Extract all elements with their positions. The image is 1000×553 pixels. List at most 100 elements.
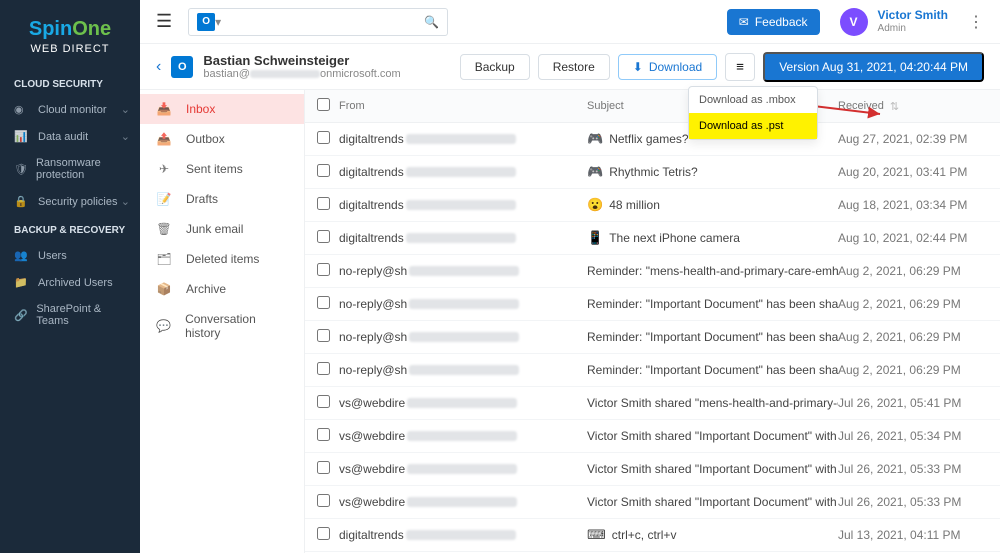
email-date: Jul 26, 2021, 05:41 PM — [838, 396, 988, 410]
folder-inbox[interactable]: 📥Inbox — [140, 94, 304, 124]
email-row[interactable]: digitaltrends ⌨ctrl+c, ctrl+v Jul 13, 20… — [305, 519, 1000, 552]
nav-icon: 🔗 — [14, 309, 28, 322]
search-icon[interactable]: 🔍 — [424, 15, 439, 29]
email-date: Jul 26, 2021, 05:33 PM — [838, 495, 988, 509]
chevron-down-icon: ⌄ — [121, 130, 130, 143]
hamburger-icon[interactable]: ☰ — [156, 11, 172, 32]
email-row[interactable]: digitaltrends 📱The next iPhone camera Au… — [305, 222, 1000, 255]
email-date: Aug 2, 2021, 06:29 PM — [838, 264, 988, 278]
row-checkbox[interactable] — [317, 428, 330, 441]
folder-icon: 📤 — [156, 132, 172, 146]
more-icon[interactable]: ⋮ — [968, 12, 984, 32]
sort-icon: ⇅ — [890, 100, 899, 113]
row-checkbox[interactable] — [317, 197, 330, 210]
email-row[interactable]: digitaltrends 🎮Rhythmic Tetris? Aug 20, … — [305, 156, 1000, 189]
row-checkbox[interactable] — [317, 263, 330, 276]
search-outlook[interactable]: O ▾ 🔍 — [188, 8, 448, 36]
email-row[interactable]: no-reply@sh Reminder: "mens-health-and-p… — [305, 255, 1000, 288]
select-all-checkbox[interactable] — [317, 98, 330, 111]
row-checkbox[interactable] — [317, 131, 330, 144]
email-from: vs@webdire — [339, 396, 587, 410]
email-subject: Victor Smith shared "Important Document"… — [587, 429, 838, 443]
email-row[interactable]: digitaltrends 😮48 million Aug 18, 2021, … — [305, 189, 1000, 222]
row-checkbox[interactable] — [317, 164, 330, 177]
email-row[interactable]: no-reply@sh Reminder: "Important Documen… — [305, 321, 1000, 354]
sidebar-item-archived-users[interactable]: 📁Archived Users — [0, 269, 140, 296]
nav-icon: 📊 — [14, 130, 30, 143]
list-view-button[interactable]: ≡ — [725, 53, 755, 81]
nav-section-cloud-security: CLOUD SECURITY — [0, 69, 140, 96]
username: Victor Smith — [878, 8, 948, 22]
folder-label: Junk email — [186, 222, 243, 236]
row-checkbox[interactable] — [317, 527, 330, 540]
backup-button[interactable]: Backup — [460, 54, 530, 80]
folder-outbox[interactable]: 📤Outbox — [140, 124, 304, 154]
subject-icon: 😮 — [587, 197, 603, 213]
header-from[interactable]: From — [339, 100, 587, 112]
back-button[interactable]: ‹ — [156, 58, 161, 76]
email-row[interactable]: no-reply@sh Reminder: "Important Documen… — [305, 354, 1000, 387]
email-from: digitaltrends — [339, 231, 587, 245]
email-row[interactable]: no-reply@sh Reminder: "Important Documen… — [305, 288, 1000, 321]
row-checkbox[interactable] — [317, 494, 330, 507]
nav-icon: 🛡 — [14, 163, 28, 176]
email-from: digitaltrends — [339, 132, 587, 146]
sidebar-item-ransomware-protection[interactable]: 🛡Ransomware protection — [0, 150, 140, 188]
header-received[interactable]: Received ⇅ — [838, 100, 988, 113]
download-mbox[interactable]: Download as .mbox — [689, 87, 817, 113]
version-button[interactable]: Version Aug 31, 2021, 04:20:44 PM — [763, 52, 984, 82]
main: ☰ O ▾ 🔍 ✉ Feedback V Victor Smith Admin … — [140, 0, 1000, 553]
email-date: Aug 20, 2021, 03:41 PM — [838, 165, 988, 179]
row-checkbox[interactable] — [317, 461, 330, 474]
sidebar-item-label: Archived Users — [38, 277, 113, 289]
sidebar-item-security-policies[interactable]: 🔒Security policies⌄ — [0, 188, 140, 215]
email-row[interactable]: vs@webdire Victor Smith shared "Importan… — [305, 453, 1000, 486]
folder-label: Inbox — [186, 102, 215, 116]
email-subject: Victor Smith shared "Important Document"… — [587, 495, 838, 509]
restore-button[interactable]: Restore — [538, 54, 610, 80]
outlook-icon: O — [171, 56, 193, 78]
search-input[interactable] — [221, 15, 424, 29]
actionbar: ‹ O Bastian Schweinsteiger bastian@onmic… — [140, 44, 1000, 90]
sidebar-item-cloud-monitor[interactable]: ◉Cloud monitor⌄ — [0, 96, 140, 123]
row-checkbox[interactable] — [317, 329, 330, 342]
row-checkbox[interactable] — [317, 395, 330, 408]
sidebar-item-data-audit[interactable]: 📊Data audit⌄ — [0, 123, 140, 150]
email-date: Jul 26, 2021, 05:33 PM — [838, 462, 988, 476]
email-subject: Reminder: "Important Document" has been … — [587, 363, 838, 377]
chevron-down-icon: ⌄ — [121, 195, 130, 208]
feedback-button[interactable]: ✉ Feedback — [727, 9, 820, 35]
email-list: From Subject Received ⇅ digitaltrends 🎮N… — [305, 90, 1000, 553]
email-row[interactable]: vs@webdire Victor Smith shared "Importan… — [305, 420, 1000, 453]
folder-deleted-items[interactable]: 🗂Deleted items — [140, 244, 304, 274]
sidebar-item-users[interactable]: 👥 Users — [0, 242, 140, 269]
folder-drafts[interactable]: 📝Drafts — [140, 184, 304, 214]
row-checkbox[interactable] — [317, 362, 330, 375]
subject-icon: ⌨ — [587, 527, 606, 543]
email-row[interactable]: vs@webdire Victor Smith shared "mens-hea… — [305, 387, 1000, 420]
email-date: Aug 10, 2021, 02:44 PM — [838, 231, 988, 245]
email-from: vs@webdire — [339, 462, 587, 476]
email-subject: Victor Smith shared "mens-health-and-pri… — [587, 396, 838, 410]
folder-label: Deleted items — [186, 252, 259, 266]
folder-icon: 📝 — [156, 192, 172, 206]
email-row[interactable]: digitaltrends 🎮Netflix games? Aug 27, 20… — [305, 123, 1000, 156]
download-dropdown: Download as .mbox Download as .pst — [688, 86, 818, 140]
sidebar: SpinOne WEB DIRECT CLOUD SECURITY ◉Cloud… — [0, 0, 140, 553]
row-checkbox[interactable] — [317, 296, 330, 309]
folder-sent-items[interactable]: ✈Sent items — [140, 154, 304, 184]
email-date: Aug 2, 2021, 06:29 PM — [838, 330, 988, 344]
folder-junk-email[interactable]: 🗑Junk email — [140, 214, 304, 244]
email-subject: Reminder: "Important Document" has been … — [587, 330, 838, 344]
user-menu[interactable]: V Victor Smith Admin — [840, 8, 948, 36]
folder-conversation-history[interactable]: 💬Conversation history — [140, 304, 304, 348]
email-row[interactable]: vs@webdire Victor Smith shared "Importan… — [305, 486, 1000, 519]
row-checkbox[interactable] — [317, 230, 330, 243]
nav-icon: 👥 — [14, 249, 30, 262]
folder-archive[interactable]: 📦Archive — [140, 274, 304, 304]
sidebar-item-sharepoint-teams[interactable]: 🔗SharePoint & Teams — [0, 296, 140, 334]
download-pst[interactable]: Download as .pst — [689, 113, 817, 139]
email-subject: ⌨ctrl+c, ctrl+v — [587, 527, 838, 543]
sidebar-item-label: Users — [38, 250, 67, 262]
download-button[interactable]: ⬇Download — [618, 54, 717, 80]
